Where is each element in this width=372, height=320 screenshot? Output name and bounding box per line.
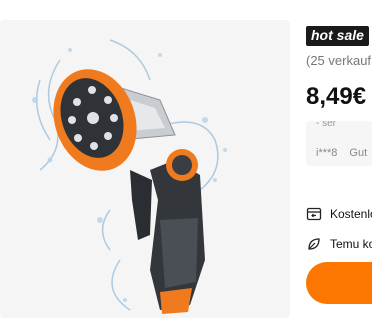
free-shipping-icon bbox=[306, 207, 322, 221]
sold-count: (25 verkauf bbox=[306, 53, 372, 68]
review-text: Gut bbox=[349, 147, 368, 159]
free-shipping-row[interactable]: Kostenlo bbox=[306, 206, 372, 222]
review-text-top: - ser bbox=[316, 121, 336, 129]
product-info-panel: hot sale1 (25 verkauf 8,49€ - ser i***8 G… bbox=[306, 0, 372, 320]
title-row: hot sale1 bbox=[306, 26, 372, 46]
temu-commitment-label: Temu ko bbox=[330, 237, 372, 251]
review-snippet[interactable]: - ser i***8 Gut bbox=[306, 121, 372, 166]
product-image[interactable] bbox=[0, 20, 290, 318]
review-line: i***8 Gut bbox=[316, 147, 367, 159]
temu-commitment-row[interactable]: Temu ko bbox=[306, 236, 372, 252]
free-shipping-label: Kostenlo bbox=[330, 207, 372, 221]
product-price: 8,49€ bbox=[306, 83, 367, 110]
leaf-icon bbox=[308, 238, 320, 250]
garden-hose-nozzle-illustration bbox=[32, 39, 227, 314]
hot-sale-badge: hot sale bbox=[306, 26, 369, 46]
add-to-cart-button[interactable] bbox=[306, 262, 372, 304]
review-user: i***8 bbox=[316, 147, 338, 159]
